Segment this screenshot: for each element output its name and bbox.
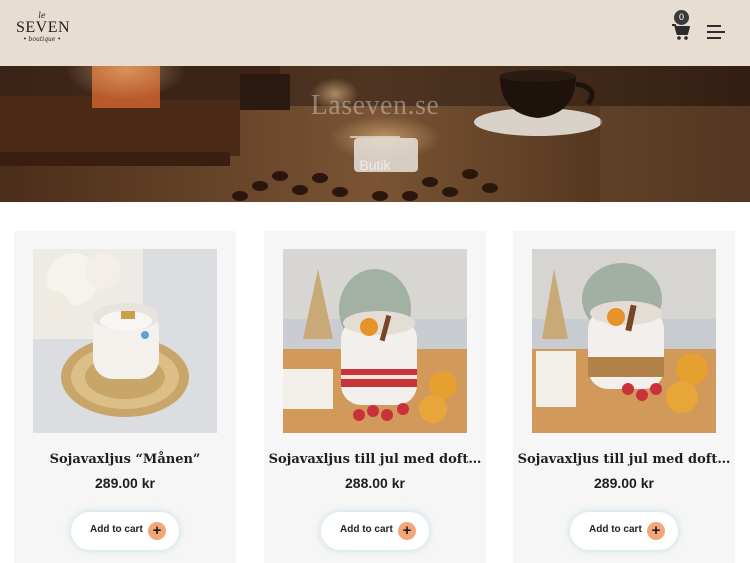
- product-name[interactable]: Sojavaxljus till jul med doft…: [513, 452, 735, 467]
- product-price: 289.00 kr: [95, 475, 155, 491]
- plus-icon: +: [148, 522, 166, 540]
- add-to-cart-label: Add to cart: [90, 524, 143, 535]
- add-to-cart-button[interactable]: Add to cart +: [570, 512, 678, 550]
- site-header: le SEVEN • boutique • 0: [0, 0, 750, 66]
- product-image[interactable]: [283, 249, 467, 433]
- hamburger-menu-icon[interactable]: [707, 24, 727, 40]
- add-to-cart-label: Add to cart: [589, 524, 642, 535]
- add-to-cart-label: Add to cart: [340, 524, 393, 535]
- product-card[interactable]: Sojavaxljus till jul med doft… 288.00 kr…: [264, 231, 486, 563]
- add-to-cart-button[interactable]: Add to cart +: [71, 512, 179, 550]
- hero-banner: Laseven.se Butik: [0, 66, 750, 202]
- hero-subtitle: Butik: [359, 157, 391, 173]
- product-card[interactable]: Sojavaxljus “Månen” 289.00 kr Add to car…: [14, 231, 236, 563]
- cart-count-badge: 0: [674, 10, 689, 25]
- product-price: 289.00 kr: [594, 475, 654, 491]
- product-card[interactable]: Sojavaxljus till jul med doft… 289.00 kr…: [513, 231, 735, 563]
- product-name[interactable]: Sojavaxljus “Månen”: [14, 452, 236, 467]
- hero-divider: [350, 136, 400, 138]
- hero-background-image: [0, 66, 750, 202]
- add-to-cart-button[interactable]: Add to cart +: [321, 512, 429, 550]
- logo-wordmark: SEVEN: [16, 19, 71, 36]
- hero-title: Laseven.se: [310, 90, 440, 121]
- product-image[interactable]: [532, 249, 716, 433]
- plus-icon: +: [647, 522, 665, 540]
- site-logo[interactable]: le SEVEN • boutique •: [16, 12, 71, 54]
- product-image[interactable]: [33, 249, 217, 433]
- plus-icon: +: [398, 522, 416, 540]
- cart-icon[interactable]: [671, 23, 691, 41]
- logo-subtitle: • boutique •: [23, 36, 61, 43]
- product-price: 288.00 kr: [345, 475, 405, 491]
- product-name[interactable]: Sojavaxljus till jul med doft…: [264, 452, 486, 467]
